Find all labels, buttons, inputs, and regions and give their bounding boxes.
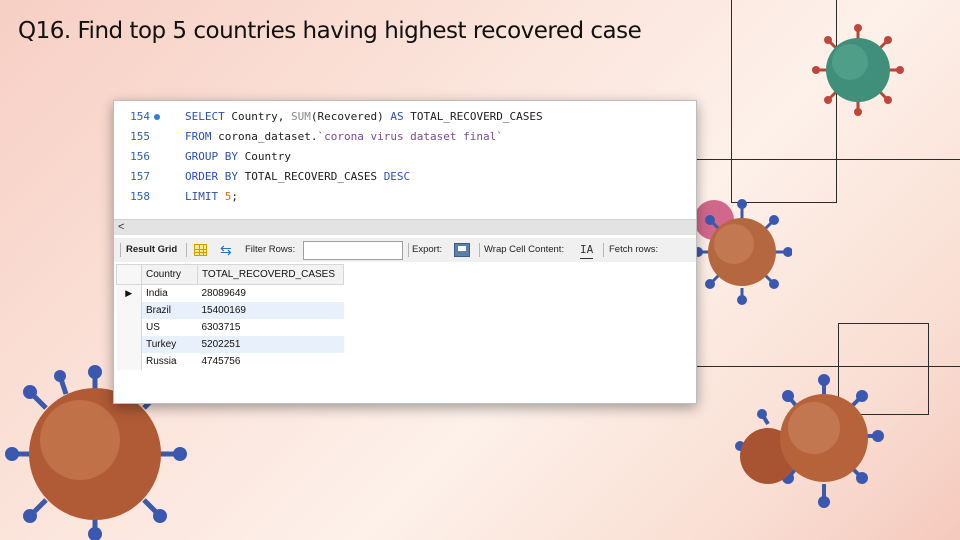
- cell-total[interactable]: 28089649: [198, 285, 344, 302]
- result-grid-tab[interactable]: Result Grid: [126, 238, 177, 262]
- sql-token: Country: [237, 150, 291, 163]
- row-header: [116, 335, 142, 353]
- cell-country[interactable]: India: [142, 285, 198, 302]
- sql-function: SUM: [290, 110, 311, 123]
- toolbar-separator: [479, 243, 480, 257]
- toolbar-separator: [120, 243, 121, 257]
- sql-token: TOTAL_RECOVERD_CASES: [403, 110, 543, 123]
- virus-illustration: [735, 374, 884, 508]
- cell-total[interactable]: 6303715: [198, 319, 344, 336]
- filter-rows-label: Filter Rows:: [245, 244, 296, 255]
- sql-keyword: FROM: [185, 130, 212, 143]
- column-header-country[interactable]: Country: [141, 264, 198, 285]
- line-number: 157: [130, 170, 150, 183]
- sql-token: Country,: [224, 110, 291, 123]
- cell-country[interactable]: Turkey: [141, 335, 198, 353]
- wrap-text-icon[interactable]: IA: [580, 242, 594, 259]
- sql-editor[interactable]: 154 SELECT Country, SUM(Recovered) AS TO…: [114, 101, 696, 219]
- cell-country[interactable]: Russia: [142, 353, 198, 370]
- sql-keyword: SELECT: [185, 110, 225, 123]
- deco-horizontal-line: [697, 366, 960, 367]
- code-line: 158 LIMIT 5;: [114, 187, 696, 207]
- code-line: 155 FROM corona_dataset.`corona virus da…: [114, 127, 696, 147]
- line-number: 158: [130, 190, 150, 203]
- sql-keyword: AS: [390, 110, 404, 123]
- wrap-cell-content-label: Wrap Cell Content:: [484, 244, 565, 255]
- table-row[interactable]: Turkey 5202251: [116, 335, 344, 353]
- refresh-icon[interactable]: ⇆: [220, 241, 232, 259]
- horizontal-scrollbar[interactable]: <: [114, 219, 696, 235]
- code-text: SELECT Country, SUM(Recovered) AS TOTAL_…: [185, 107, 543, 127]
- cell-total[interactable]: 15400169: [197, 301, 344, 319]
- table-row[interactable]: US 6303715: [116, 318, 344, 336]
- fetch-rows-label: Fetch rows:: [609, 244, 659, 255]
- deco-vertical-line: [731, 0, 732, 203]
- code-line: 156 GROUP BY Country: [114, 147, 696, 167]
- virus-illustration: [812, 24, 904, 116]
- grid-view-icon[interactable]: [194, 244, 207, 256]
- cell-country[interactable]: Brazil: [141, 301, 198, 319]
- row-header-corner: [116, 264, 142, 285]
- column-header-total-recovered[interactable]: TOTAL_RECOVERD_CASES: [197, 264, 344, 285]
- sql-keyword: LIMIT: [185, 190, 219, 203]
- code-line: 154 SELECT Country, SUM(Recovered) AS TO…: [114, 107, 696, 127]
- filter-rows-input[interactable]: [303, 241, 403, 260]
- code-text: LIMIT 5;: [185, 187, 238, 207]
- table-row[interactable]: Russia 4745756: [116, 352, 344, 370]
- sql-token: corona_dataset.: [211, 130, 318, 143]
- row-header: [116, 352, 142, 370]
- sql-keyword: ORDER BY: [185, 170, 238, 183]
- cell-total[interactable]: 5202251: [197, 335, 344, 353]
- cell-country[interactable]: US: [142, 319, 198, 336]
- result-toolbar: Result Grid ⇆ Filter Rows: Export: Wrap …: [114, 238, 696, 262]
- export-icon[interactable]: [454, 243, 470, 257]
- sql-identifier: `corona virus dataset final`: [317, 130, 503, 143]
- result-table: Country TOTAL_RECOVERD_CASES ▶ India 280…: [116, 264, 344, 370]
- table-row[interactable]: ▶ India 28089649: [116, 284, 344, 302]
- slide-title: Q16. Find top 5 countries having highest…: [18, 18, 642, 44]
- toolbar-separator: [186, 243, 187, 257]
- result-grid: Country TOTAL_RECOVERD_CASES ▶ India 280…: [114, 264, 696, 403]
- deco-horizontal-line: [697, 159, 960, 160]
- sql-token: (Recovered): [310, 110, 391, 123]
- sql-workbench-screenshot: 154 SELECT Country, SUM(Recovered) AS TO…: [113, 100, 697, 404]
- code-text: ORDER BY TOTAL_RECOVERD_CASES DESC: [185, 167, 410, 187]
- header-row: Country TOTAL_RECOVERD_CASES: [116, 264, 344, 285]
- row-pointer-icon: ▶: [116, 284, 142, 302]
- row-header: [116, 318, 142, 336]
- execution-dot-icon: [154, 114, 160, 120]
- sql-keyword: DESC: [383, 170, 411, 183]
- code-line: 157 ORDER BY TOTAL_RECOVERD_CASES DESC: [114, 167, 696, 187]
- export-label: Export:: [412, 244, 443, 255]
- scroll-left-arrow[interactable]: <: [118, 220, 124, 235]
- toolbar-separator: [603, 243, 604, 257]
- line-number: 155: [130, 130, 150, 143]
- code-text: FROM corona_dataset.`corona virus datase…: [185, 127, 503, 147]
- table-row[interactable]: Brazil 15400169: [116, 301, 344, 319]
- sql-keyword: GROUP BY: [185, 150, 238, 163]
- toolbar-separator: [408, 243, 409, 257]
- virus-illustration: [693, 199, 792, 305]
- row-header: [116, 301, 142, 319]
- code-text: GROUP BY Country: [185, 147, 291, 167]
- line-number: 156: [130, 150, 150, 163]
- sql-token: ;: [231, 190, 238, 203]
- line-number: 154: [130, 110, 150, 123]
- cell-total[interactable]: 4745756: [198, 353, 344, 370]
- sql-token: TOTAL_RECOVERD_CASES: [237, 170, 384, 183]
